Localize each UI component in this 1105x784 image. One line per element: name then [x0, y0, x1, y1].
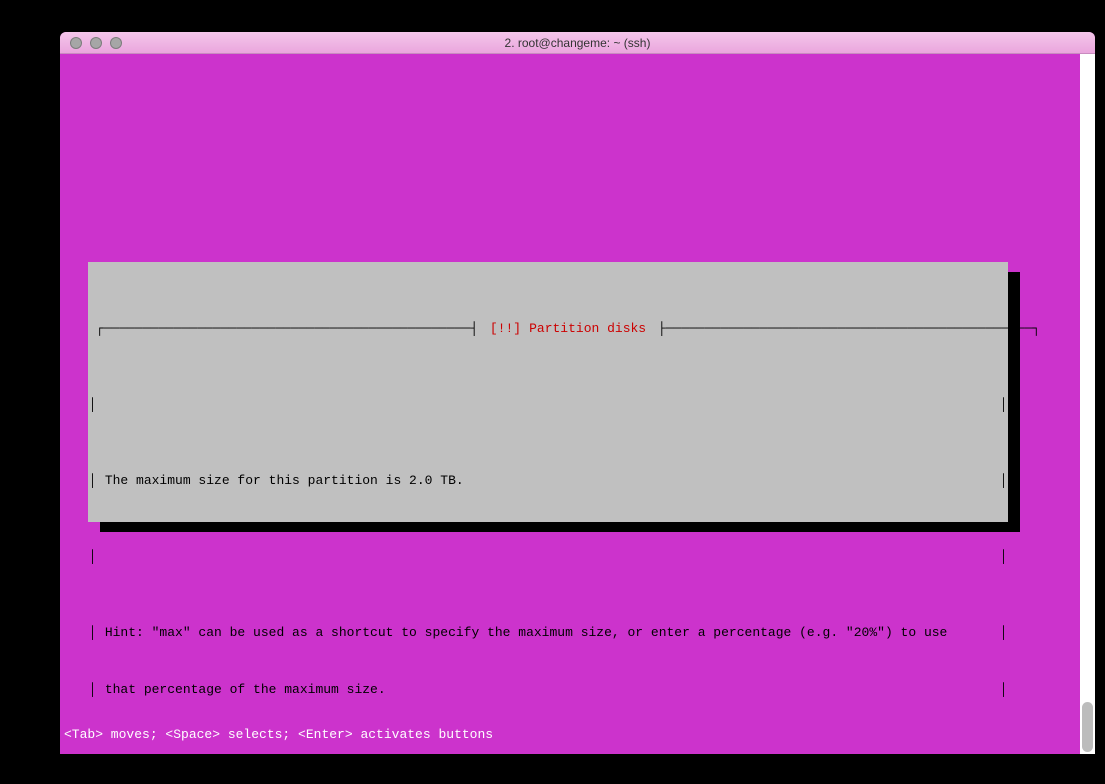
dialog-text: The maximum size for this partition is 2… — [105, 473, 464, 488]
terminal-content: ┌───────────────────────────────────────… — [60, 54, 1080, 754]
dialog-title: Partition disks — [525, 319, 650, 338]
minimize-icon[interactable] — [90, 37, 102, 49]
box-border: ┌───────────────────────────────────────… — [88, 319, 486, 338]
scrollbar[interactable] — [1080, 54, 1095, 754]
box-border: ├───────────────────────────────────────… — [650, 319, 1048, 338]
dialog-hint: that percentage of the maximum size. — [105, 682, 386, 697]
zoom-icon[interactable] — [110, 37, 122, 49]
terminal-window: 2. root@changeme: ~ (ssh) ┌─────────────… — [60, 32, 1095, 754]
terminal-viewport: ┌───────────────────────────────────────… — [60, 54, 1095, 754]
dialog-marker: [!!] — [486, 319, 525, 338]
scrollbar-thumb[interactable] — [1082, 702, 1093, 752]
close-icon[interactable] — [70, 37, 82, 49]
titlebar[interactable]: 2. root@changeme: ~ (ssh) — [60, 32, 1095, 54]
window-title: 2. root@changeme: ~ (ssh) — [60, 36, 1095, 50]
help-bar: <Tab> moves; <Space> selects; <Enter> ac… — [60, 727, 493, 742]
traffic-lights — [60, 37, 122, 49]
dialog-hint: Hint: "max" can be used as a shortcut to… — [105, 625, 948, 640]
partition-dialog: ┌───────────────────────────────────────… — [88, 262, 1008, 522]
